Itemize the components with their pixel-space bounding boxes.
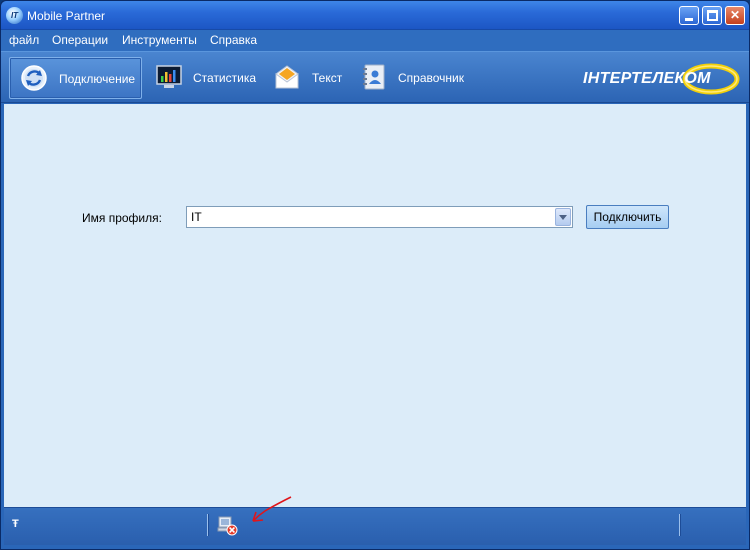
status-divider xyxy=(679,514,681,536)
menu-help[interactable]: Справка xyxy=(210,33,257,47)
tab-statistics[interactable]: Статистика xyxy=(151,57,263,99)
profile-name-label: Имя профиля: xyxy=(82,211,162,225)
sms-envelope-icon xyxy=(275,65,299,89)
title-bar[interactable]: IT Mobile Partner ✕ xyxy=(1,1,749,30)
antenna-icon: Ŧ xyxy=(12,518,19,530)
connection-panel: Имя профиля: IT Подключить xyxy=(4,104,746,507)
menu-operations[interactable]: Операции xyxy=(52,33,108,47)
status-divider xyxy=(207,514,209,536)
tab-phonebook[interactable]: Справочник xyxy=(358,57,478,99)
tab-connection-label: Подключение xyxy=(59,72,136,86)
tab-connection[interactable]: Подключение xyxy=(9,57,142,99)
menu-file[interactable]: файл xyxy=(9,33,39,47)
tab-sms-label: Текст xyxy=(312,71,343,85)
menu-tools[interactable]: Инструменты xyxy=(122,33,197,47)
tab-sms[interactable]: Текст xyxy=(273,57,353,99)
window-title: Mobile Partner xyxy=(27,9,106,23)
minimize-icon xyxy=(685,18,693,21)
intertelecom-logo: ІНТЕРТЕЛЕКОМ xyxy=(583,61,741,97)
menu-bar: файл Операции Инструменты Справка xyxy=(1,30,749,51)
tab-phonebook-label: Справочник xyxy=(398,71,464,85)
disconnected-icon xyxy=(217,516,238,536)
app-logo-icon: IT xyxy=(6,7,23,24)
connection-icon xyxy=(21,65,47,91)
maximize-icon xyxy=(707,10,718,21)
close-icon: ✕ xyxy=(729,8,741,22)
toolbar: Подключение Статистика Текст Справочник … xyxy=(1,51,749,103)
profile-select-value: IT xyxy=(191,210,202,224)
minimize-button[interactable] xyxy=(679,6,699,25)
chevron-down-icon[interactable] xyxy=(555,208,571,226)
tab-statistics-label: Статистика xyxy=(193,71,257,85)
logo-text: ІНТЕРТЕЛЕКОМ xyxy=(583,70,711,87)
statistics-icon xyxy=(156,65,182,88)
profile-select[interactable]: IT xyxy=(186,206,573,228)
phonebook-icon xyxy=(363,64,385,90)
connect-button[interactable]: Подключить xyxy=(586,205,669,229)
maximize-button[interactable] xyxy=(702,6,722,25)
close-button[interactable]: ✕ xyxy=(725,6,745,25)
annotation-arrow-icon xyxy=(252,496,292,522)
main-window: IT Mobile Partner ✕ файл Операции Инстру… xyxy=(0,0,750,550)
status-bar: Ŧ xyxy=(4,507,746,545)
